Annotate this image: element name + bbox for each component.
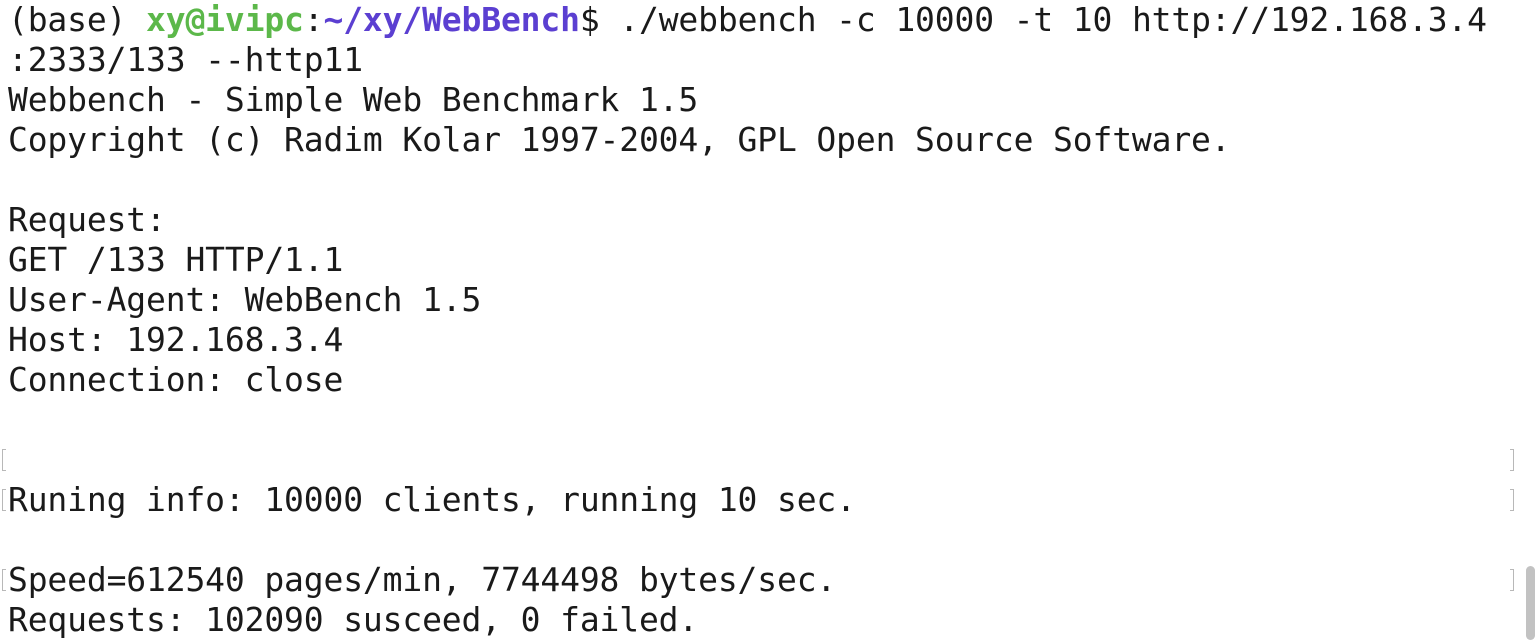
vertical-scrollbar[interactable] (1522, 0, 1540, 640)
mark-bracket-right (1510, 489, 1514, 511)
request-header-line: Request: (8, 200, 166, 239)
user-host: xy@ivipc (146, 0, 304, 39)
host-line: Host: 192.168.3.4 (8, 320, 344, 359)
prompt-symbol: $ (579, 0, 600, 39)
terminal-window[interactable]: (base) xy@ivipc:~/xy/WebBench$ ./webbenc… (0, 0, 1522, 640)
mark-bracket-right (1510, 449, 1514, 471)
current-directory: ~/xy/WebBench (323, 0, 580, 39)
speed-line: Speed=612540 pages/min, 7744498 bytes/se… (8, 560, 837, 599)
running-info-line: Runing info: 10000 clients, running 10 s… (8, 480, 856, 519)
request-line: GET /133 HTTP/1.1 (8, 240, 344, 279)
mark-bracket-right (1510, 569, 1514, 591)
mark-bracket-left (2, 569, 6, 591)
user-agent-line: User-Agent: WebBench 1.5 (8, 280, 482, 319)
connection-line: Connection: close (8, 360, 344, 399)
conda-env: (base) (8, 0, 147, 39)
mark-bracket-left (2, 489, 6, 511)
copyright-line: Copyright (c) Radim Kolar 1997-2004, GPL… (8, 120, 1231, 159)
scrollbar-thumb[interactable] (1526, 566, 1535, 640)
requests-line: Requests: 102090 susceed, 0 failed. (8, 600, 699, 639)
banner-line: Webbench - Simple Web Benchmark 1.5 (8, 80, 699, 119)
command-text: ./webbench -c 10000 -t 10 http://192.168… (599, 0, 1487, 39)
command-wrap-line: :2333/133 --http11 (8, 40, 363, 79)
prompt-colon: : (303, 0, 324, 39)
mark-bracket-left (2, 449, 6, 471)
prompt-line: (base) xy@ivipc:~/xy/WebBench$ ./webbenc… (8, 0, 1487, 40)
